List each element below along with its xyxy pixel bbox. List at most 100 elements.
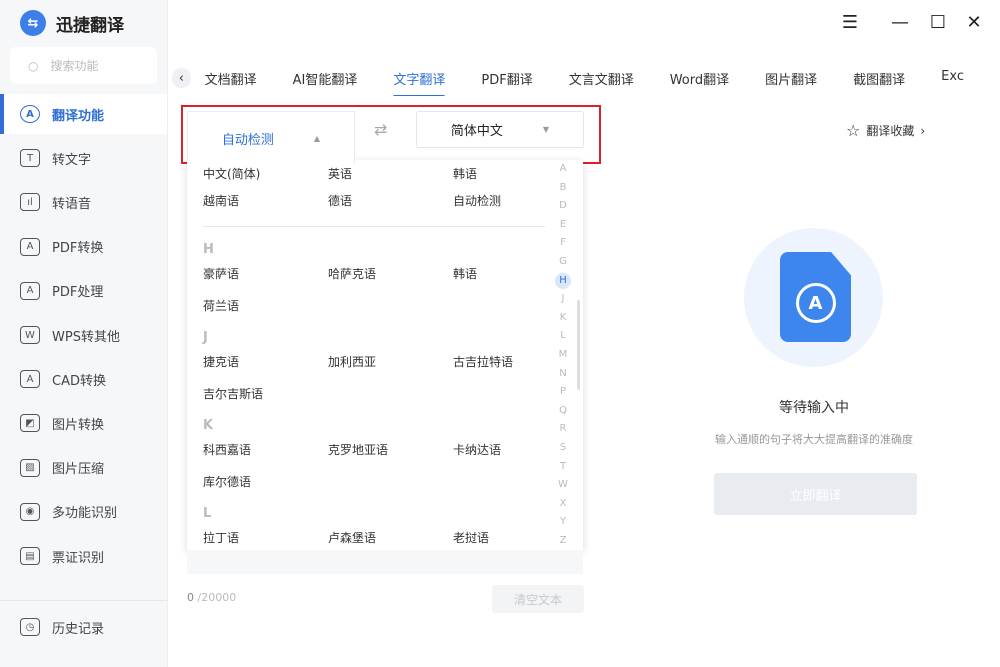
index-letter-D[interactable]: D: [555, 197, 571, 216]
sidebar-item-7[interactable]: ◩ 图片转换: [0, 403, 167, 443]
index-letter-R[interactable]: R: [555, 420, 571, 439]
eye-scan-icon: ◉: [20, 502, 40, 521]
index-letter-A[interactable]: A: [555, 160, 571, 179]
favorites-label: 翻译收藏: [866, 124, 915, 138]
language-option[interactable]: 库尔德语: [203, 473, 328, 490]
count-max: /20000: [197, 591, 237, 604]
language-row: 越南语 德语 自动检测: [203, 192, 578, 209]
voice-icon: ıl: [20, 193, 40, 212]
tab-2[interactable]: 文字翻译: [393, 63, 446, 96]
language-option[interactable]: 吉尔吉斯语: [203, 385, 328, 402]
caret-down-icon: ▼: [542, 125, 550, 134]
language-row: 库尔德语: [203, 473, 328, 490]
index-letter-T[interactable]: T: [555, 458, 571, 477]
index-letter-G[interactable]: G: [555, 253, 571, 272]
index-letter-F[interactable]: F: [555, 234, 571, 253]
index-letter-K[interactable]: K: [555, 309, 571, 328]
index-letter-H[interactable]: H: [555, 272, 571, 289]
tab-6[interactable]: 图片翻译: [765, 63, 817, 94]
group-letter: J: [203, 330, 208, 345]
star-icon: ☆: [846, 121, 861, 140]
sidebar-item-4[interactable]: A PDF处理: [0, 271, 167, 311]
image-convert-icon: ◩: [20, 414, 40, 433]
sidebar-item-5[interactable]: W WPS转其他: [0, 315, 167, 355]
index-letter-Q[interactable]: Q: [555, 402, 571, 421]
tabs-back-chevron-icon[interactable]: ‹: [172, 68, 191, 88]
language-option[interactable]: 德语: [328, 192, 453, 209]
index-letter-M[interactable]: M: [555, 346, 571, 365]
tab-3[interactable]: PDF翻译: [481, 63, 532, 94]
sidebar-item-label: PDF转换: [52, 241, 104, 257]
index-letter-L[interactable]: L: [555, 327, 571, 346]
minimize-button[interactable]: —: [888, 12, 912, 33]
index-letter-E[interactable]: E: [555, 216, 571, 235]
maximize-button[interactable]: ☐: [926, 12, 950, 33]
group-letter: H: [203, 242, 214, 257]
tab-1[interactable]: AI智能翻译: [293, 63, 358, 94]
language-option[interactable]: 哈萨克语: [328, 265, 453, 282]
sidebar-item-9[interactable]: ◉ 多功能识别: [0, 492, 167, 532]
tab-0[interactable]: 文档翻译: [205, 63, 257, 94]
target-language-select[interactable]: 简体中文 ▼: [416, 111, 584, 148]
index-letter-W[interactable]: W: [555, 476, 571, 495]
language-option[interactable]: 科西嘉语: [203, 441, 328, 458]
sidebar-item-6[interactable]: A CAD转换: [0, 359, 167, 399]
ticket-scan-icon: ▤: [20, 547, 40, 565]
index-letter-Z[interactable]: Z: [555, 532, 571, 550]
sidebar-item-label: 转语音: [52, 196, 92, 212]
sidebar-item-label: 图片压缩: [52, 462, 105, 478]
language-option[interactable]: 越南语: [203, 192, 328, 209]
sidebar-item-clipped: [0, 593, 167, 601]
menu-icon[interactable]: ☰: [838, 12, 862, 33]
tab-5[interactable]: Word翻译: [670, 63, 729, 94]
language-row: 科西嘉语 克罗地亚语 卡纳达语: [203, 441, 578, 458]
favorites-link[interactable]: ☆ 翻译收藏 ›: [846, 121, 925, 140]
language-option[interactable]: 克罗地亚语: [328, 441, 453, 458]
tab-bar: ‹ 文档翻译 AI智能翻译 文字翻译 PDF翻译 文言文翻译 Word翻译 图片翻译 截图翻译…: [172, 60, 1000, 96]
source-language: 自动检测: [221, 132, 274, 148]
index-letter-N[interactable]: N: [555, 365, 571, 384]
sidebar-item-2[interactable]: ıl 转语音: [0, 182, 167, 222]
sidebar-item-8[interactable]: ▨ 图片压缩: [0, 448, 167, 488]
tab-7[interactable]: 截图翻译: [853, 63, 905, 94]
index-letter-Y[interactable]: Y: [555, 513, 571, 532]
close-button[interactable]: ✕: [962, 12, 986, 33]
sidebar-item-10[interactable]: ▤ 票证识别: [0, 536, 167, 576]
search-input[interactable]: ○ 搜索功能: [10, 47, 157, 84]
tab-4[interactable]: 文言文翻译: [569, 63, 634, 94]
language-option[interactable]: 豪萨语: [203, 265, 328, 282]
index-letter-S[interactable]: S: [555, 439, 571, 458]
alphabet-index: ABDEFGHJKLMNPQRSTWXYZ: [553, 160, 573, 550]
text-input-area[interactable]: [187, 550, 583, 574]
sidebar-item-3[interactable]: A PDF转换: [0, 227, 167, 267]
language-option[interactable]: 英语: [328, 165, 453, 182]
language-option[interactable]: 拉丁语: [203, 529, 328, 546]
index-letter-J[interactable]: J: [555, 290, 571, 309]
count-value: 0: [187, 591, 194, 604]
sidebar-item-0[interactable]: A 翻译功能: [0, 94, 167, 134]
sidebar-item-history[interactable]: ◷ 历史记录: [0, 607, 167, 647]
history-icon: ◷: [20, 618, 40, 636]
language-option[interactable]: 荷兰语: [203, 297, 328, 314]
sidebar-item-1[interactable]: T 转文字: [0, 138, 167, 178]
source-language-select[interactable]: 自动检测 ▲: [187, 111, 355, 164]
language-row: 中文(简体) 英语 韩语: [203, 165, 578, 182]
tab-8[interactable]: Exc: [941, 63, 964, 94]
clear-text-button[interactable]: 清空文本: [492, 585, 584, 613]
sidebar-item-label: 票证识别: [52, 550, 105, 566]
translate-now-button[interactable]: 立即翻译: [714, 473, 917, 515]
language-row: 拉丁语 卢森堡语 老挝语: [203, 529, 578, 546]
text-convert-icon: T: [20, 149, 40, 168]
language-option[interactable]: 捷克语: [203, 353, 328, 370]
index-letter-X[interactable]: X: [555, 495, 571, 514]
language-option[interactable]: 中文(简体): [203, 165, 328, 182]
swap-languages-icon[interactable]: ⇄: [374, 120, 387, 139]
language-option[interactable]: 卢森堡语: [328, 529, 453, 546]
search-icon: ○: [28, 58, 39, 73]
index-letter-B[interactable]: B: [555, 179, 571, 198]
waiting-hint: 输入通顺的句子将大大提高翻译的准确度: [715, 433, 913, 446]
dropdown-scrollbar[interactable]: [577, 300, 580, 390]
app-title: 迅捷翻译: [56, 15, 124, 36]
language-option[interactable]: 加利西亚: [328, 353, 453, 370]
index-letter-P[interactable]: P: [555, 383, 571, 402]
